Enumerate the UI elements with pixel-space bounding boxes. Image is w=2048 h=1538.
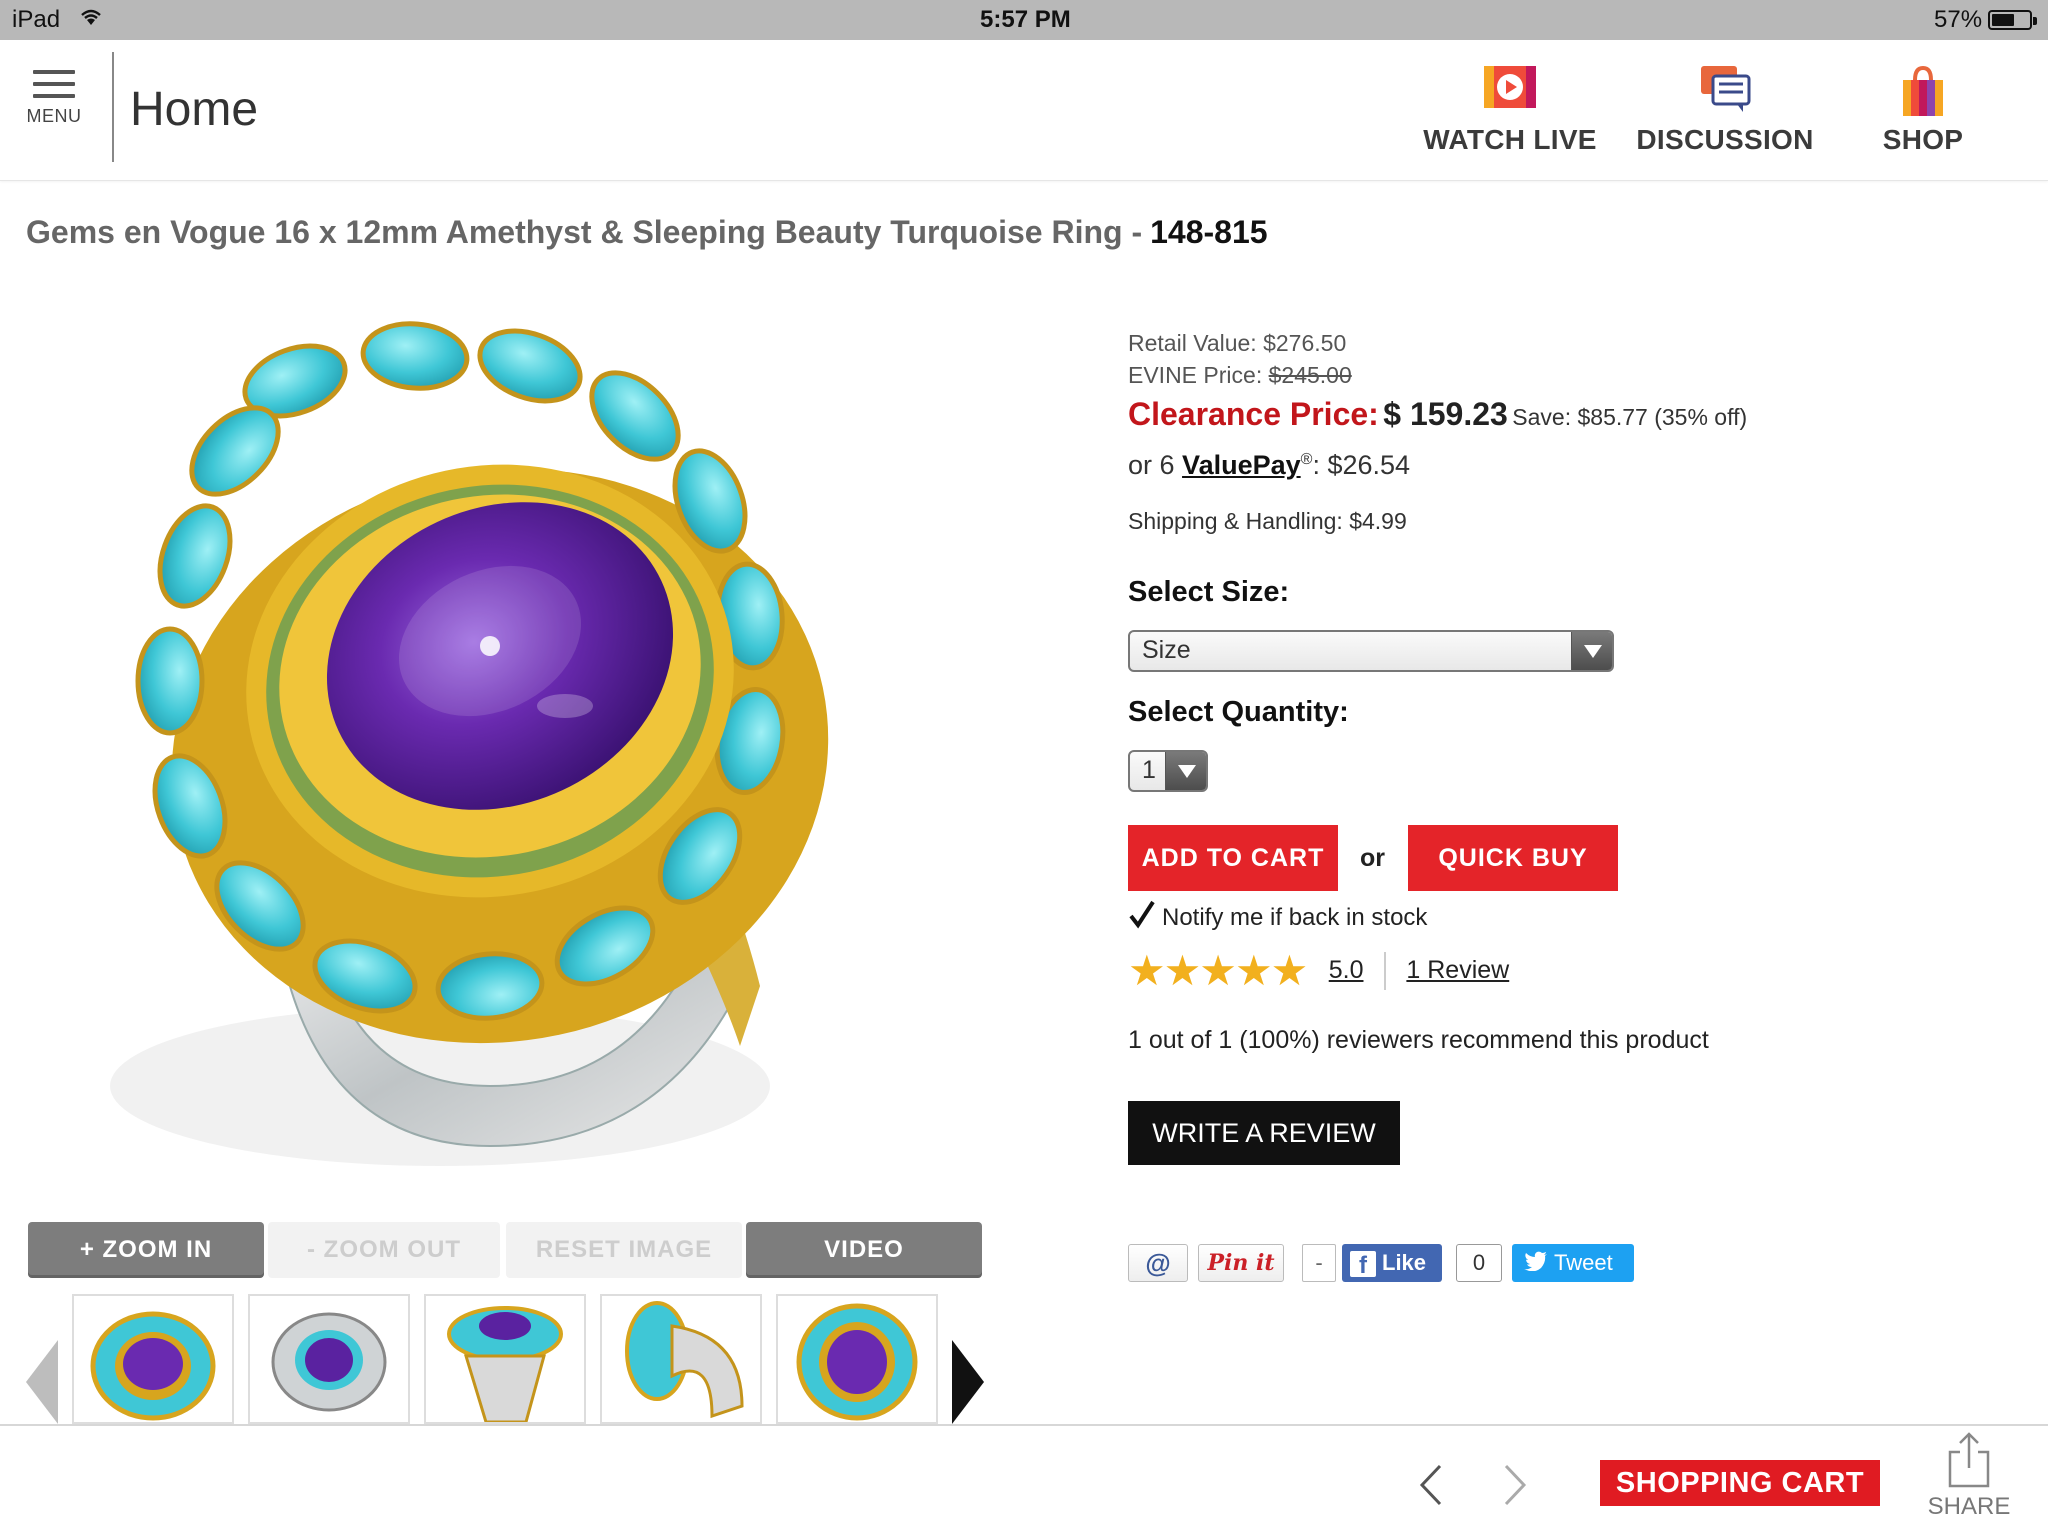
shopping-cart-button[interactable]: SHOPPING CART xyxy=(1600,1460,1880,1506)
share-icon xyxy=(1946,1432,1992,1494)
zoom-out-button[interactable]: - ZOOM OUT xyxy=(268,1222,500,1278)
nav-label: SHOP xyxy=(1882,124,1964,155)
thumbnail-1[interactable] xyxy=(72,1294,234,1424)
wifi-icon xyxy=(78,6,104,34)
rating-row: ★★★★★ 5.0 1 Review xyxy=(1128,946,1509,995)
checkmark-icon xyxy=(1128,900,1156,937)
email-share-button[interactable]: @ xyxy=(1128,1244,1188,1282)
quantity-label: Select Quantity: xyxy=(1128,696,1349,728)
battery-percent: 57% xyxy=(1934,6,1983,33)
product-sku: 148-815 xyxy=(1150,214,1268,250)
product-image[interactable] xyxy=(20,286,984,1216)
device-label: iPad xyxy=(12,6,61,33)
back-arrow-icon[interactable] xyxy=(1416,1462,1446,1513)
thumbnail-4[interactable] xyxy=(600,1294,762,1424)
hamburger-icon xyxy=(22,70,86,98)
review-count-link[interactable]: 1 Review xyxy=(1406,956,1509,984)
forward-arrow-icon[interactable] xyxy=(1500,1462,1530,1513)
size-value: Size xyxy=(1142,636,1191,664)
facebook-like-button[interactable]: f Like xyxy=(1342,1244,1442,1282)
clearance-amount: $ 159.23 xyxy=(1383,396,1508,432)
retail-label: Retail Value: xyxy=(1128,330,1257,356)
retail-amount: $276.50 xyxy=(1263,330,1347,356)
video-button[interactable]: VIDEO xyxy=(746,1222,982,1278)
nav-shop[interactable]: SHOP xyxy=(1860,62,1986,156)
nav-watch-live[interactable]: WATCH LIVE xyxy=(1420,62,1600,156)
savings-text: Save: $85.77 (35% off) xyxy=(1512,404,1748,430)
share-button[interactable]: SHARE xyxy=(1920,1430,2018,1521)
bottom-toolbar: SHOPPING CART SHARE xyxy=(0,1424,2048,1538)
like-count: 0 xyxy=(1456,1244,1502,1282)
size-label: Select Size: xyxy=(1128,576,1290,608)
chevron-down-icon xyxy=(1165,752,1206,790)
like-label: Like xyxy=(1382,1250,1427,1275)
quantity-value: 1 xyxy=(1142,756,1156,784)
registered-mark: ® xyxy=(1300,451,1313,468)
status-bar: iPad 5:57 PM 57% xyxy=(0,0,2048,40)
twitter-icon xyxy=(1524,1245,1548,1283)
or-separator: or xyxy=(1360,844,1385,872)
app-header: MENU Home WATCH LIVE DISCUSSION SHOP xyxy=(0,40,2048,181)
thumbnail-5[interactable] xyxy=(776,1294,938,1424)
shopping-bag-icon xyxy=(1895,62,1951,118)
thumbnail-2[interactable] xyxy=(248,1294,410,1424)
quantity-select[interactable]: 1 xyxy=(1128,750,1208,792)
menu-label: MENU xyxy=(26,106,82,126)
shipping-text: Shipping & Handling: $4.99 xyxy=(1128,508,1407,534)
evine-label: EVINE Price: xyxy=(1128,362,1263,388)
page-title: Home xyxy=(130,83,259,136)
valuepay-link[interactable]: ValuePay xyxy=(1182,450,1301,480)
pin-count: - xyxy=(1302,1244,1336,1282)
reset-image-button[interactable]: RESET IMAGE xyxy=(506,1222,742,1278)
clearance-price: Clearance Price: $ 159.23 Save: $85.77 (… xyxy=(1128,396,1747,433)
header-divider xyxy=(112,52,114,162)
chevron-down-icon xyxy=(1571,632,1612,670)
thumb-prev-icon[interactable] xyxy=(26,1340,58,1424)
facebook-icon: f xyxy=(1350,1251,1376,1279)
menu-button[interactable]: MENU xyxy=(22,70,86,127)
play-icon xyxy=(1482,62,1538,118)
share-label: SHARE xyxy=(1927,1493,2011,1520)
add-to-cart-button[interactable]: ADD TO CART xyxy=(1128,825,1338,891)
quick-buy-button[interactable]: QUICK BUY xyxy=(1408,825,1618,891)
chat-icon xyxy=(1697,62,1753,118)
evine-price: EVINE Price: $245.00 xyxy=(1128,362,1352,389)
write-review-button[interactable]: WRITE A REVIEW xyxy=(1128,1101,1400,1165)
nav-discussion[interactable]: DISCUSSION xyxy=(1630,62,1820,156)
thumb-next-icon[interactable] xyxy=(952,1340,984,1424)
valuepay-amount: : $26.54 xyxy=(1312,450,1411,480)
notify-label: Notify me if back in stock xyxy=(1162,903,1428,931)
tweet-label: Tweet xyxy=(1554,1250,1613,1275)
star-rating-icon: ★★★★★ xyxy=(1128,947,1308,994)
product-name: Gems en Vogue 16 x 12mm Amethyst & Sleep… xyxy=(26,214,1143,250)
zoom-in-button[interactable]: + ZOOM IN xyxy=(28,1222,264,1278)
rating-divider xyxy=(1383,951,1386,990)
product-title: Gems en Vogue 16 x 12mm Amethyst & Sleep… xyxy=(26,214,1268,251)
evine-amount: $245.00 xyxy=(1268,362,1352,388)
valuepay-line: or 6 ValuePay®: $26.54 xyxy=(1128,450,1410,481)
rating-value-link[interactable]: 5.0 xyxy=(1329,956,1364,984)
pinterest-button[interactable]: Pin it xyxy=(1198,1244,1284,1282)
recommend-text: 1 out of 1 (100%) reviewers recommend th… xyxy=(1128,1026,1709,1054)
nav-label: DISCUSSION xyxy=(1636,124,1814,155)
retail-value: Retail Value: $276.50 xyxy=(1128,330,1346,357)
tweet-button[interactable]: Tweet xyxy=(1512,1244,1634,1282)
clock: 5:57 PM xyxy=(980,6,1071,33)
size-select[interactable]: Size xyxy=(1128,630,1614,672)
nav-label: WATCH LIVE xyxy=(1423,124,1597,155)
email-icon: @ xyxy=(1145,1248,1171,1278)
notify-checkbox[interactable]: Notify me if back in stock xyxy=(1128,900,1427,937)
ring-image xyxy=(110,321,829,1166)
clearance-label: Clearance Price: xyxy=(1128,396,1379,432)
thumbnail-3[interactable] xyxy=(424,1294,586,1424)
battery-icon xyxy=(1988,10,2037,30)
valuepay-count: or 6 xyxy=(1128,450,1175,480)
